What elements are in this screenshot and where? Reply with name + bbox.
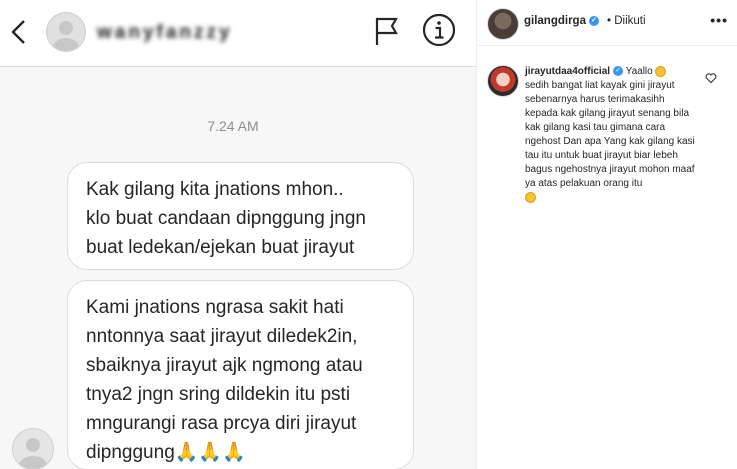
comment-author-avatar[interactable] bbox=[487, 65, 519, 97]
post-author-name[interactable]: gilangdirga ✓ bbox=[524, 15, 599, 27]
sad-face-emoji-icon bbox=[525, 191, 536, 203]
verified-badge-icon: ✓ bbox=[613, 66, 624, 77]
comment-greeting: Yaallo bbox=[625, 66, 653, 77]
flag-icon[interactable] bbox=[372, 15, 400, 47]
sad-face-emoji-icon bbox=[655, 65, 667, 77]
message-timestamp: 7.24 AM bbox=[207, 118, 259, 134]
sender-avatar[interactable] bbox=[12, 428, 54, 469]
post-author-label: gilangdirga bbox=[524, 15, 586, 27]
post-header: gilangdirga ✓ • Diikuti ••• bbox=[477, 0, 737, 46]
follow-status[interactable]: • Diikuti bbox=[607, 15, 646, 27]
dm-screenshot: wanyfanzzy 7.24 AM Kak gilang kita jnati… bbox=[0, 0, 476, 469]
avatar[interactable] bbox=[46, 12, 86, 52]
default-avatar-icon bbox=[53, 21, 79, 51]
message-text: Kami jnations ngrasa sakit hati nntonnya… bbox=[86, 297, 363, 463]
back-arrow-icon[interactable] bbox=[8, 18, 30, 46]
verified-badge-icon: ✓ bbox=[588, 15, 599, 26]
instagram-comment-panel: gilangdirga ✓ • Diikuti ••• jirayutdaa4of… bbox=[476, 0, 737, 469]
message-thread: 7.24 AM Kak gilang kita jnations mhon.. … bbox=[0, 67, 476, 469]
more-options-icon[interactable]: ••• bbox=[710, 12, 728, 28]
message-text: Kak gilang kita jnations mhon.. klo buat… bbox=[86, 179, 366, 258]
message-bubble[interactable]: Kami jnations ngrasa sakit hati nntonnya… bbox=[67, 280, 414, 469]
message-bubble[interactable]: Kak gilang kita jnations mhon.. klo buat… bbox=[67, 162, 414, 270]
comment-author-name[interactable]: jirayutdaa4official bbox=[525, 66, 610, 77]
dm-header: wanyfanzzy bbox=[0, 0, 476, 67]
comment-text: jirayutdaa4official ✓ Yaallo sedih bangat… bbox=[525, 65, 700, 205]
heart-icon[interactable] bbox=[705, 72, 717, 84]
default-avatar-icon bbox=[19, 438, 47, 469]
comment-body: sedih bangat liat kayak gini jirayut seb… bbox=[525, 80, 695, 189]
dm-username[interactable]: wanyfanzzy bbox=[97, 22, 233, 44]
info-icon[interactable] bbox=[422, 13, 456, 47]
post-author-avatar[interactable] bbox=[487, 8, 519, 40]
